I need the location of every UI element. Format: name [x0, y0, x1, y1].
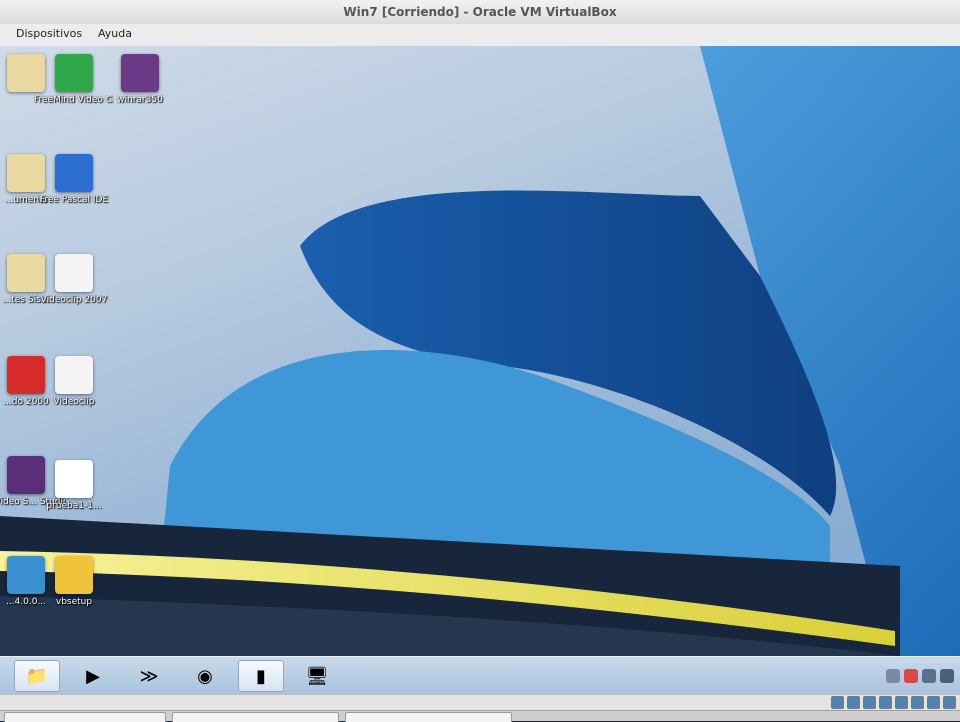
tray-network-icon[interactable]	[922, 669, 936, 683]
desktop-shortcut[interactable]: winrar350	[100, 54, 180, 106]
guest-taskbar: 📁 ▶ ≫ ◉ ▮ 🖥	[0, 656, 960, 695]
desktop-shortcut[interactable]: Free Pascal IDE	[34, 154, 114, 206]
explorer-icon: 📁	[25, 665, 49, 687]
status-optical-icon[interactable]	[847, 696, 860, 709]
cmd-button[interactable]: ▮	[238, 660, 284, 692]
status-display-icon[interactable]	[911, 696, 924, 709]
chrome-icon: ◉	[197, 665, 213, 687]
winrar-icon	[121, 54, 159, 92]
host-task-3[interactable]	[345, 712, 512, 722]
system-tray	[886, 667, 954, 685]
media-player-icon: ▶	[86, 665, 100, 687]
cmd-icon: ▮	[256, 665, 266, 687]
media-player-button[interactable]: ▶	[70, 660, 116, 692]
wallpaper	[0, 46, 960, 656]
remote-desktop-icon: 🖥	[305, 665, 329, 687]
tray-alert-icon[interactable]	[904, 669, 918, 683]
status-host-key-icon[interactable]	[943, 696, 956, 709]
desktop-shortcut-label: prueba1-1...	[46, 501, 102, 511]
menu-bar: Dispositivos Ayuda	[0, 24, 960, 47]
powershell-button[interactable]: ≫	[126, 660, 172, 692]
explorer-button[interactable]: 📁	[14, 660, 60, 692]
guest-desktop[interactable]: FreeMind Video Co...winrar350...umentsFr…	[0, 46, 960, 656]
desktop-shortcut[interactable]: Videoclip	[34, 356, 114, 408]
desktop-shortcut-label: Free Pascal IDE	[39, 195, 109, 205]
chrome-button[interactable]: ◉	[182, 660, 228, 692]
desktop-shortcut-label: vbsetup	[55, 597, 93, 607]
vbsetup-icon	[55, 556, 93, 594]
host-taskbar	[0, 710, 960, 722]
menu-ayuda[interactable]: Ayuda	[98, 27, 132, 40]
status-hdd-icon[interactable]	[831, 696, 844, 709]
vbox-statusbar	[0, 694, 960, 711]
status-shared-folder-icon[interactable]	[895, 696, 908, 709]
host-task-2[interactable]	[172, 712, 339, 722]
desktop-shortcut-label: winrar350	[117, 95, 163, 105]
text-file-icon	[55, 460, 93, 498]
calendar-file-icon-2	[55, 356, 93, 394]
tray-arrow-icon[interactable]	[886, 669, 900, 683]
window-title: Win7 [Corriendo] - Oracle VM VirtualBox	[343, 5, 617, 19]
calendar-file-icon	[55, 254, 93, 292]
remote-desktop-button[interactable]: 🖥	[294, 660, 340, 692]
window-titlebar: Win7 [Corriendo] - Oracle VM VirtualBox	[0, 0, 960, 25]
desktop-shortcut-label: Videoclip	[53, 397, 95, 407]
desktop-shortcut[interactable]: prueba1-1...	[34, 460, 114, 512]
status-usb-icon[interactable]	[863, 696, 876, 709]
powershell-icon: ≫	[139, 665, 159, 687]
desktop-shortcut-label: Videoclip 2007	[40, 295, 108, 305]
tray-volume-icon[interactable]	[940, 669, 954, 683]
freemind-icon	[55, 54, 93, 92]
host-task-1[interactable]	[4, 712, 166, 722]
status-mouse-icon[interactable]	[927, 696, 940, 709]
status-network-icon[interactable]	[879, 696, 892, 709]
desktop-shortcut[interactable]: Videoclip 2007	[34, 254, 114, 306]
free-pascal-icon	[55, 154, 93, 192]
menu-dispositivos[interactable]: Dispositivos	[16, 27, 82, 40]
desktop-shortcut[interactable]: vbsetup	[34, 556, 114, 608]
